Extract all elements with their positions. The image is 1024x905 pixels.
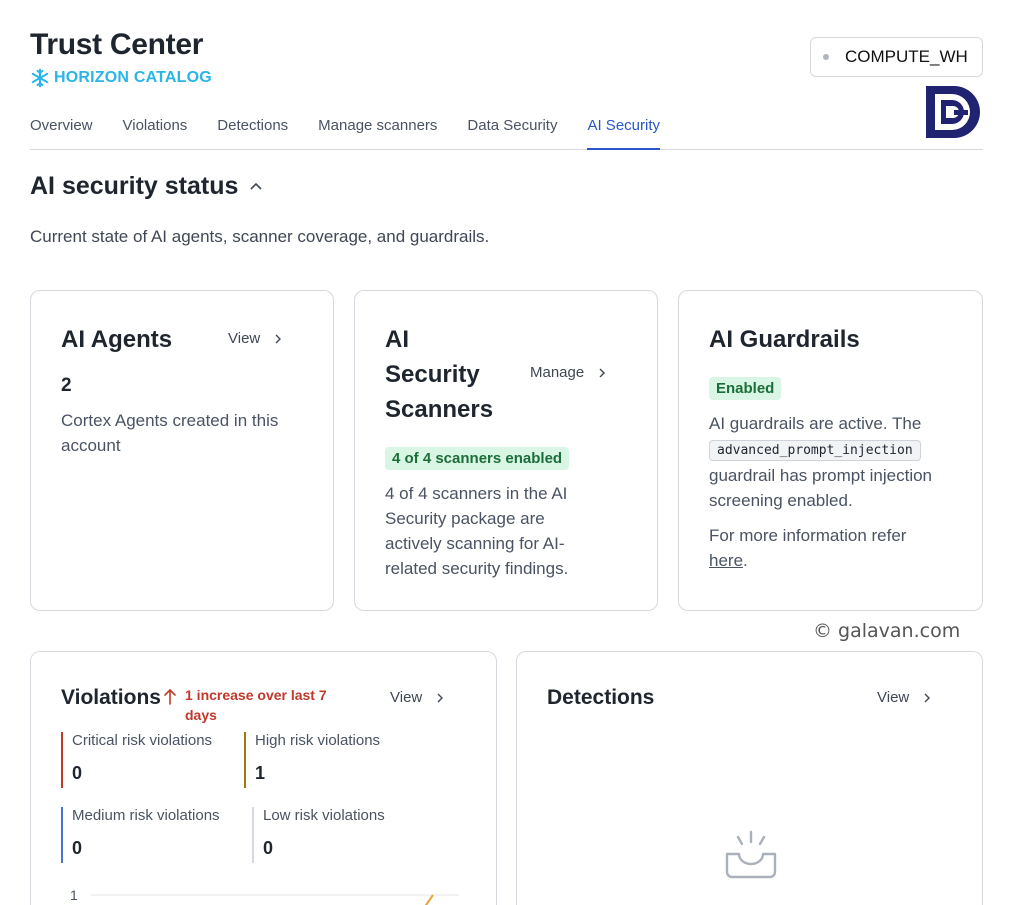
chart-tick-label: 1: [70, 887, 78, 903]
guardrails-text-before: AI guardrails are active. The: [709, 414, 922, 433]
warehouse-selector[interactable]: COMPUTE_WH: [810, 37, 983, 77]
ai-agents-view-link[interactable]: View: [228, 330, 282, 347]
medium-risk-bar: [61, 807, 63, 863]
section-title-text: AI security status: [30, 172, 239, 200]
section-description: Current state of AI agents, scanner cove…: [30, 227, 490, 246]
tab-manage-scanners[interactable]: Manage scanners: [318, 106, 437, 150]
tab-detections[interactable]: Detections: [217, 106, 288, 150]
critical-risk-value: 0: [72, 763, 83, 783]
tab-ai-security[interactable]: AI Security: [587, 106, 660, 150]
chevron-right-icon: [437, 693, 444, 702]
ai-agents-view-label: View: [228, 330, 261, 347]
status-dot-icon: [823, 54, 829, 60]
chevron-up-icon[interactable]: [248, 179, 264, 195]
medium-risk-label: Medium risk violations: [72, 807, 220, 824]
brand-text: HORIZON CATALOG: [54, 69, 212, 86]
here-link[interactable]: here: [709, 551, 743, 570]
ai-agents-count: 2: [61, 375, 72, 396]
ai-scanners-manage-label: Manage: [530, 364, 585, 381]
violations-view-label: View: [390, 689, 423, 706]
ai-scanners-title-line3: Scanners: [385, 396, 494, 423]
tab-overview[interactable]: Overview: [30, 106, 93, 150]
more-info-end: .: [743, 551, 748, 570]
ai-guardrails-description: AI guardrails are active. The advanced_p…: [709, 411, 959, 513]
ai-guardrails-title: AI Guardrails: [709, 326, 860, 353]
detections-view-label: View: [877, 689, 910, 706]
medium-risk-stat: Medium risk violations 0: [61, 807, 220, 863]
ai-scanners-title: AI Security Scanners: [385, 322, 493, 427]
low-risk-label: Low risk violations: [263, 807, 385, 824]
violations-trend-text: 1 increase over last 7 days: [185, 687, 327, 723]
ai-agents-description: Cortex Agents created in this account: [61, 411, 279, 455]
arrow-up-icon: [164, 688, 176, 705]
page-title: Trust Center: [30, 28, 204, 61]
high-risk-value: 1: [255, 763, 266, 783]
more-info-label: For more information refer: [709, 526, 907, 545]
snowflake-icon: [31, 68, 49, 88]
critical-risk-label: Critical risk violations: [72, 732, 213, 749]
ai-guardrails-card: AI Guardrails Enabled AI guardrails are …: [678, 290, 983, 611]
critical-risk-stat: Critical risk violations 0: [61, 732, 213, 788]
ai-scanners-description: 4 of 4 scanners in the AI Security packa…: [385, 484, 569, 578]
chevron-right-icon: [924, 693, 931, 702]
ai-agents-card: AI Agents View 2 Cortex Agents created i…: [30, 290, 334, 611]
critical-risk-bar: [61, 732, 63, 788]
detections-card: Detections View: [516, 651, 983, 905]
chevron-right-icon: [599, 368, 606, 377]
empty-inbox-icon: [725, 830, 777, 879]
low-risk-bar: [252, 807, 254, 863]
low-risk-stat: Low risk violations 0: [252, 807, 385, 863]
guardrails-text-after: guardrail has prompt injection screening…: [709, 466, 933, 510]
detections-title: Detections: [547, 686, 655, 709]
ai-agents-title: AI Agents: [61, 326, 173, 353]
ai-scanners-manage-link[interactable]: Manage: [530, 364, 606, 381]
ai-scanners-card: AI Security Scanners Manage 4 of 4 scann…: [354, 290, 658, 611]
low-risk-value: 0: [263, 838, 274, 858]
detections-view-link[interactable]: View: [877, 689, 931, 706]
watermark: © galavan.com: [813, 620, 961, 642]
high-risk-label: High risk violations: [255, 732, 381, 749]
warehouse-label: COMPUTE_WH: [845, 47, 968, 66]
high-risk-stat: High risk violations 1: [244, 732, 381, 788]
chevron-right-icon: [275, 334, 282, 343]
ai-scanners-title-line1: AI: [385, 326, 409, 353]
violations-view-link[interactable]: View: [390, 689, 444, 706]
tab-bar: Overview Violations Detections Manage sc…: [30, 106, 983, 150]
guardrails-enabled-badge: Enabled: [709, 377, 782, 400]
violations-trend: 1 increase over last 7 days: [163, 685, 345, 725]
brand-label: HORIZON CATALOG: [30, 68, 212, 88]
more-info-text: For more information refer here.: [709, 523, 959, 573]
tab-violations[interactable]: Violations: [123, 106, 188, 150]
medium-risk-value: 0: [72, 838, 83, 858]
violations-trend-chart: [91, 894, 459, 905]
violations-title: Violations: [61, 686, 161, 709]
guardrail-code: advanced_prompt_injection: [709, 440, 921, 461]
ai-scanners-title-line2: Security: [385, 361, 480, 388]
tab-data-security[interactable]: Data Security: [467, 106, 557, 150]
section-title[interactable]: AI security status: [30, 172, 264, 201]
scanners-enabled-badge: 4 of 4 scanners enabled: [385, 447, 570, 470]
high-risk-bar: [244, 732, 246, 788]
